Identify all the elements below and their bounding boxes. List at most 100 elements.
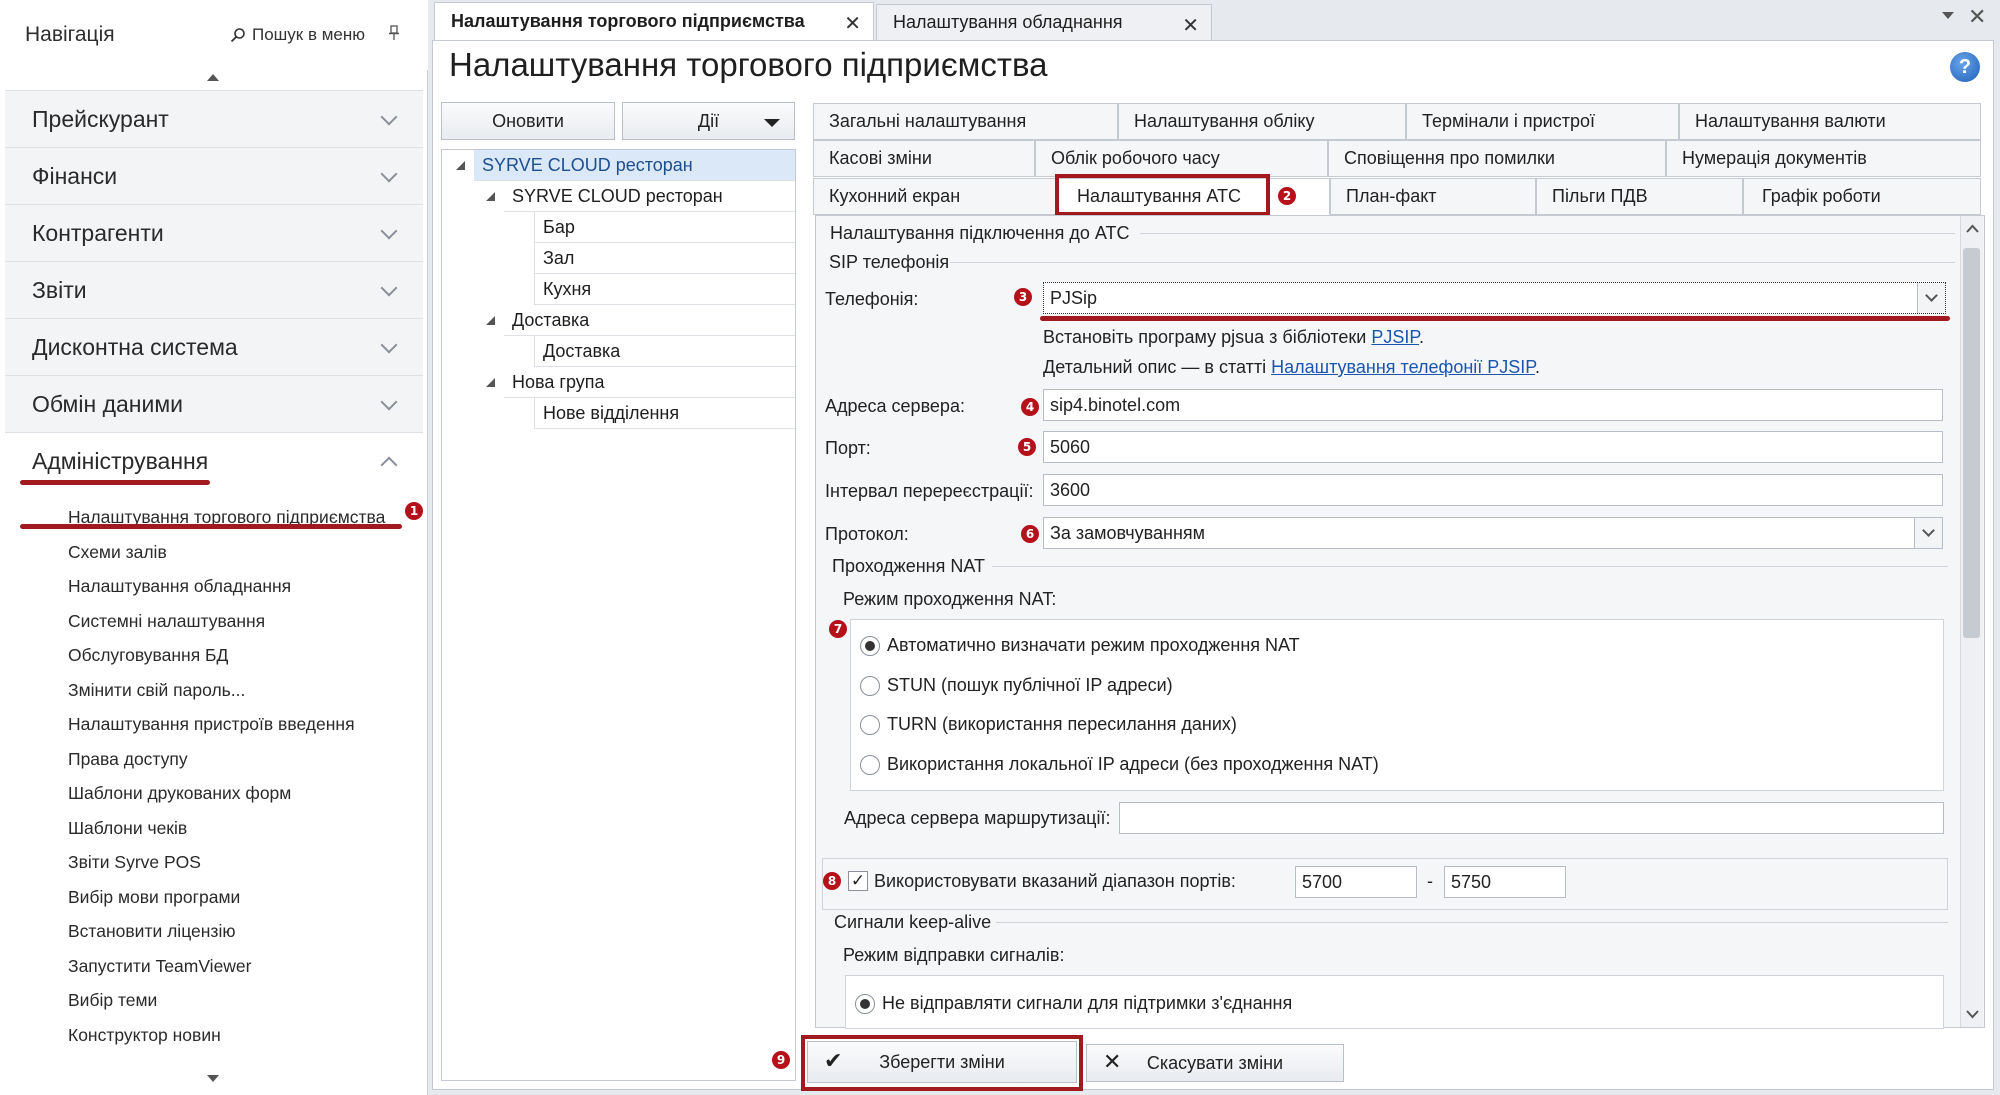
nav-item-access-rights[interactable]: Права доступу [68, 742, 418, 777]
expand-toggle-icon[interactable] [456, 161, 465, 170]
pjsip-link[interactable]: PJSIP [1371, 327, 1419, 347]
tree-node[interactable]: SYRVE CLOUD ресторан [504, 181, 795, 212]
nav-item-input-devices[interactable]: Налаштування пристроїв введення [68, 707, 418, 742]
administration-underline-annotation [20, 480, 210, 485]
hint-text-end: . [1419, 327, 1425, 347]
scrollbar-thumb[interactable] [1963, 248, 1980, 638]
close-icon[interactable]: ✕ [844, 11, 861, 36]
tree-node[interactable]: Доставка [534, 336, 795, 367]
tab-terminals-devices[interactable]: Термінали і пристрої [1406, 103, 1679, 140]
refresh-button[interactable]: Оновити [441, 102, 615, 140]
nav-item-license[interactable]: Встановити ліцензію [68, 914, 418, 949]
nat-mode-label: Режим проходження NAT: [843, 589, 1057, 609]
chevron-down-icon[interactable] [1914, 518, 1942, 548]
tree-node[interactable]: SYRVE CLOUD ресторан [474, 150, 795, 181]
step-badge-9: 9 [772, 1051, 790, 1069]
telephony-label: Телефонія: [825, 289, 919, 309]
tab-general-settings[interactable]: Загальні налаштування [813, 103, 1118, 140]
nav-item-db-maintenance[interactable]: Обслуговування БД [68, 638, 418, 673]
cancel-changes-button[interactable]: ✕ Скасувати зміни [1086, 1044, 1344, 1082]
nat-option-stun-radio[interactable] [860, 676, 880, 696]
nav-section-pricelist[interactable]: Прейскурант [5, 90, 423, 147]
chevron-down-icon[interactable] [1917, 283, 1945, 313]
nat-option-turn-label[interactable]: TURN (використання пересилання даних) [887, 714, 1237, 735]
nav-item-news-builder[interactable]: Конструктор новин [68, 1018, 418, 1053]
telephony-select[interactable]: PJSip [1043, 282, 1946, 314]
actions-button[interactable]: Дії [622, 102, 795, 140]
tree-node[interactable]: Бар [534, 212, 795, 243]
nav-section-label: Обмін даними [32, 390, 183, 417]
nav-section-finance[interactable]: Фінанси [5, 147, 423, 204]
tab-document-numbering[interactable]: Нумерація документів [1666, 140, 1981, 177]
expand-toggle-icon[interactable] [486, 378, 495, 387]
tab-plan-fact[interactable]: План-факт [1330, 178, 1536, 215]
nat-option-local-radio[interactable] [860, 755, 880, 775]
tab-cash-shifts[interactable]: Касові зміни [813, 140, 1035, 177]
nav-item-pos-reports[interactable]: Звіти Syrve POS [68, 845, 418, 880]
nav-item-change-password[interactable]: Змінити свій пароль... [68, 673, 418, 708]
tree-node[interactable]: Нова група [504, 367, 795, 398]
nat-option-turn-radio[interactable] [860, 715, 880, 735]
tab-accounting-settings[interactable]: Налаштування обліку [1118, 103, 1406, 140]
reregistration-input[interactable]: 3600 [1043, 474, 1943, 506]
nat-option-stun-label[interactable]: STUN (пошук публічної IP адреси) [887, 675, 1173, 696]
port-input[interactable]: 5060 [1043, 431, 1943, 463]
nav-item-equipment-settings[interactable]: Налаштування обладнання [68, 569, 418, 604]
protocol-label: Протокол: [825, 524, 909, 544]
nav-item-enterprise-settings[interactable]: Налаштування торгового підприємства [68, 500, 418, 535]
scroll-up-icon[interactable] [1966, 224, 1979, 233]
port-range-to-input[interactable]: 5750 [1444, 866, 1566, 898]
nav-section-discounts[interactable]: Дисконтна система [5, 318, 423, 375]
protocol-value: За замовчуванням [1050, 522, 1206, 543]
server-address-label: Адреса сервера: [825, 396, 965, 416]
nav-scroll-up-icon[interactable] [207, 74, 219, 81]
nav-item-teamviewer[interactable]: Запустити TeamViewer [68, 949, 418, 984]
pin-icon[interactable] [388, 25, 400, 45]
nav-item-theme[interactable]: Вибір теми [68, 983, 418, 1018]
tab-vat-benefits[interactable]: Пільги ПДВ [1536, 178, 1743, 215]
nat-option-auto-label[interactable]: Автоматично визначати режим проходження … [887, 635, 1300, 656]
nav-item-receipt-templates[interactable]: Шаблони чеків [68, 811, 418, 846]
doc-tab-equipment-settings[interactable]: Налаштування обладнання ✕ [876, 4, 1212, 40]
nav-section-reports[interactable]: Звіти [5, 261, 423, 318]
nav-scroll-down-icon[interactable] [207, 1075, 219, 1082]
nav-item-system-settings[interactable]: Системні налаштування [68, 604, 418, 639]
nat-option-local-label[interactable]: Використання локальної IP адреси (без пр… [887, 754, 1379, 775]
nat-option-auto-radio[interactable] [860, 636, 880, 656]
tree-node[interactable]: Кухня [534, 274, 795, 305]
protocol-select[interactable]: За замовчуванням [1043, 517, 1943, 549]
hint-text-end: . [1534, 357, 1540, 377]
scroll-down-icon[interactable] [1966, 1010, 1979, 1019]
expand-toggle-icon[interactable] [486, 316, 495, 325]
doc-tab-label: Налаштування обладнання [893, 12, 1123, 32]
routing-server-input[interactable] [1119, 802, 1944, 834]
port-range-from-input[interactable]: 5700 [1295, 866, 1417, 898]
tab-currency-settings[interactable]: Налаштування валюти [1679, 103, 1981, 140]
help-icon[interactable]: ? [1950, 52, 1980, 82]
tree-node[interactable]: Доставка [504, 305, 795, 336]
tab-time-tracking[interactable]: Облік робочого часу [1035, 140, 1328, 177]
nav-item-language[interactable]: Вибір мови програми [68, 880, 418, 915]
nav-item-print-templates[interactable]: Шаблони друкованих форм [68, 776, 418, 811]
close-icon[interactable]: ✕ [1182, 13, 1199, 38]
group-title-pbx-connection: Налаштування підключення до АТС [830, 223, 1130, 243]
server-address-input[interactable]: sip4.binotel.com [1043, 389, 1943, 421]
tree-node[interactable]: Нове відділення [534, 398, 795, 429]
port-label: Порт: [825, 438, 871, 458]
doc-tab-enterprise-settings[interactable]: Налаштування торгового підприємства ✕ [434, 2, 874, 40]
nav-section-counterparties[interactable]: Контрагенти [5, 204, 423, 261]
pjsip-article-link[interactable]: Налаштування телефонії PJSIP [1271, 357, 1535, 377]
tab-error-notifications[interactable]: Сповіщення про помилки [1328, 140, 1666, 177]
tab-kitchen-screen[interactable]: Кухонний екран [813, 178, 1058, 215]
nav-item-hall-schemes[interactable]: Схеми залів [68, 535, 418, 570]
port-range-checkbox[interactable]: ✓ [848, 871, 868, 891]
tree-node[interactable]: Зал [534, 243, 795, 274]
window-close-icon[interactable]: ✕ [1968, 4, 1986, 30]
tabs-dropdown-icon[interactable] [1942, 12, 1954, 19]
tab-work-schedule[interactable]: Графік роботи [1743, 178, 1981, 215]
expand-toggle-icon[interactable] [486, 192, 495, 201]
keepalive-none-radio[interactable] [855, 994, 875, 1014]
menu-search[interactable]: Пошук в меню [230, 25, 365, 45]
nav-section-data-exchange[interactable]: Обмін даними [5, 375, 423, 432]
keepalive-none-label[interactable]: Не відправляти сигнали для підтримки з'є… [882, 993, 1292, 1014]
